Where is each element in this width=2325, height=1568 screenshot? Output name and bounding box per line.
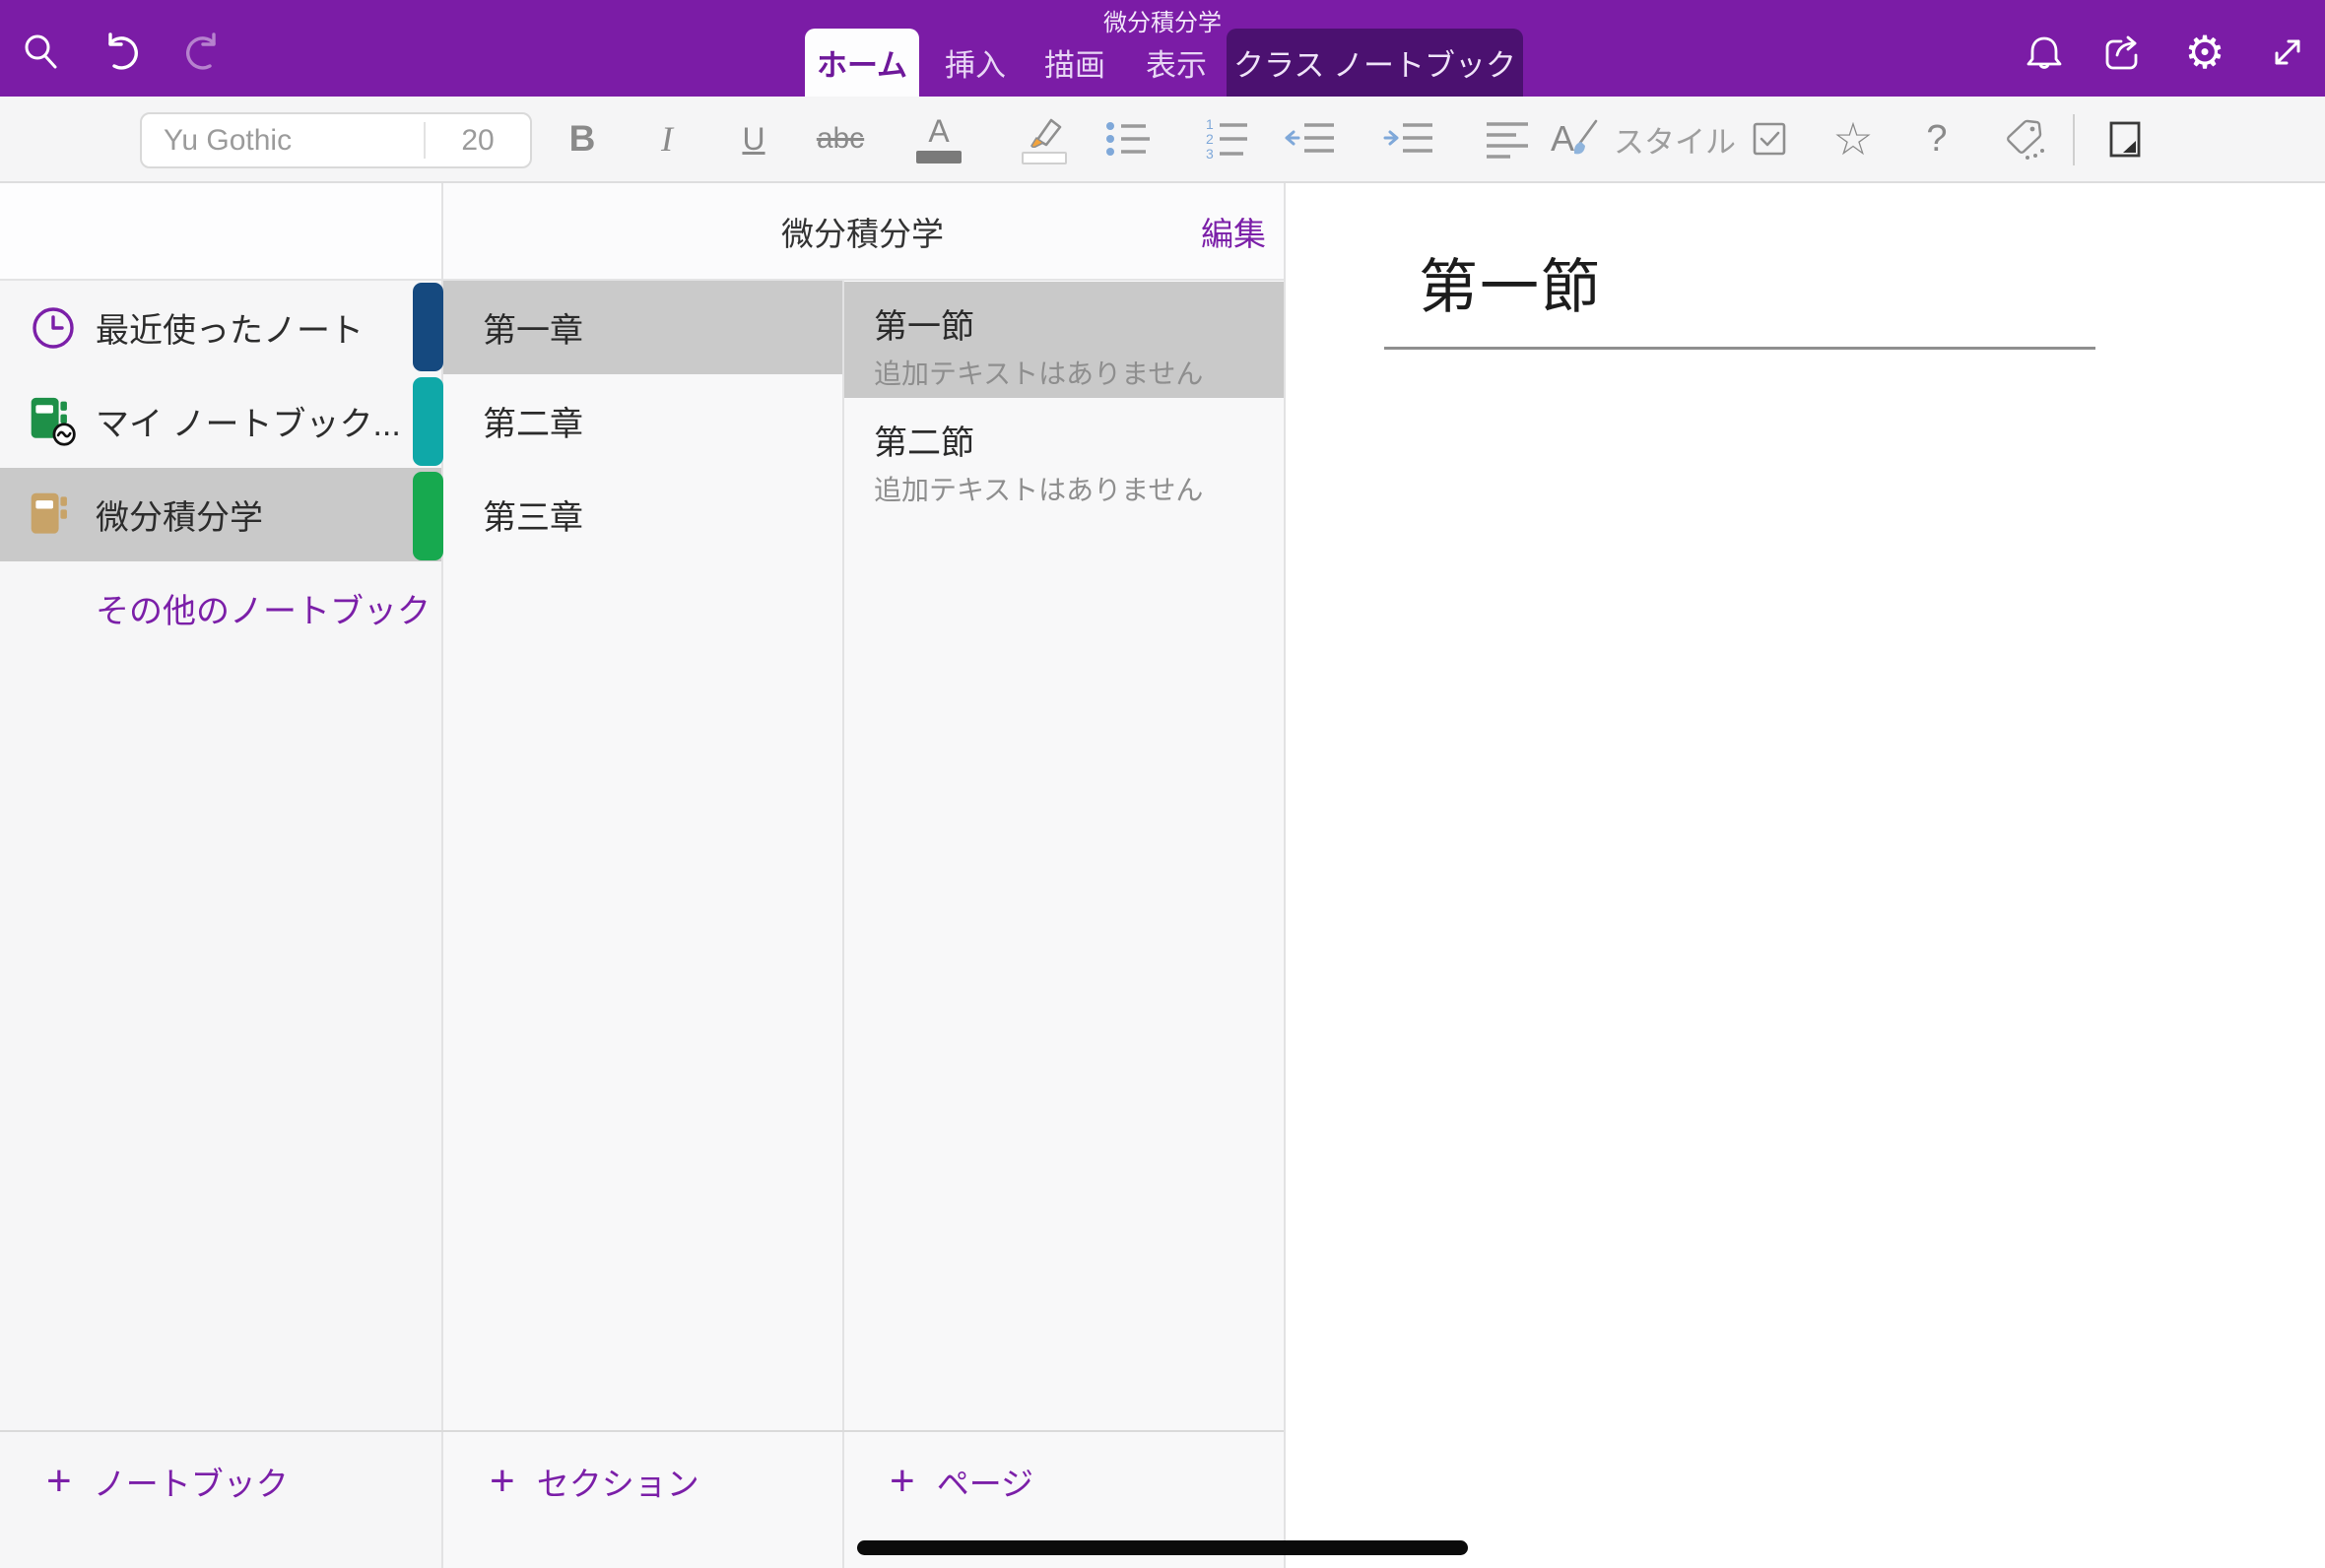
page-row-subtitle: 追加テキストはありません: [874, 469, 1203, 508]
bullet-list-button[interactable]: [1104, 97, 1152, 181]
bold-button[interactable]: B: [569, 97, 596, 181]
section-row-chapter3[interactable]: 第三章: [441, 468, 842, 561]
notebook-color-tab-teal: [413, 377, 443, 466]
sidebar-more-notebooks[interactable]: その他のノートブック: [0, 561, 441, 655]
toolbar-divider: [2073, 114, 2075, 165]
font-name-value[interactable]: Yu Gothic: [142, 124, 424, 158]
share-icon[interactable]: [2100, 30, 2146, 75]
sidebar-item-calculus[interactable]: 微分積分学: [0, 468, 441, 561]
page-title-rule: [1384, 347, 2095, 350]
highlighter-button[interactable]: [1022, 97, 1067, 181]
svg-text:2: 2: [1206, 131, 1214, 147]
font-color-button[interactable]: A: [916, 97, 962, 181]
strikethrough-button[interactable]: abc: [817, 97, 864, 181]
underline-button[interactable]: U: [742, 97, 764, 181]
pages-content-divider: [1284, 183, 1286, 1568]
home-indicator[interactable]: [857, 1540, 1468, 1555]
expand-fullscreen-icon[interactable]: [2265, 30, 2310, 75]
page-row-title: 第一節: [874, 299, 974, 348]
tab-draw[interactable]: 描画: [1026, 29, 1124, 97]
section-row-chapter1[interactable]: 第一章: [441, 281, 842, 374]
sidebar-item-my-notebook[interactable]: マイ ノートブック...: [0, 374, 441, 468]
styles-label: スタイル: [1614, 117, 1736, 162]
add-page-button[interactable]: + ページ: [890, 1432, 1033, 1531]
indent-icon: [1383, 118, 1436, 160]
italic-button[interactable]: I: [661, 97, 673, 181]
notebook-sidebar: 最近使ったノート マイ ノートブック... 微分積分学 そ: [0, 183, 441, 1568]
todo-checkbox-button[interactable]: [1747, 97, 1792, 181]
styles-button[interactable]: A スタイル: [1551, 97, 1736, 181]
font-picker[interactable]: Yu Gothic 20: [140, 112, 532, 168]
tab-home[interactable]: ホーム: [805, 29, 919, 97]
tag-icon: [2001, 115, 2048, 163]
notebook-icon: [28, 490, 79, 541]
numbered-list-icon: 123: [1204, 117, 1253, 161]
sections-pages-divider: [842, 281, 844, 1568]
font-color-icon: A: [928, 115, 949, 147]
page-title[interactable]: 第一節: [1419, 239, 1602, 325]
plus-icon: +: [890, 1460, 915, 1503]
section-label: 第二章: [441, 397, 583, 445]
outdent-button[interactable]: [1285, 97, 1338, 181]
plus-icon: +: [46, 1460, 72, 1503]
plus-icon: +: [490, 1460, 515, 1503]
sidebar-header: [0, 183, 441, 281]
page-row-section2[interactable]: 第二節 追加テキストはありません: [842, 398, 1284, 514]
notebook-color-tab-blue: [413, 283, 443, 371]
side-note-button[interactable]: [2102, 97, 2148, 181]
page-canvas[interactable]: [1284, 183, 2325, 1568]
align-button[interactable]: [1485, 97, 1530, 181]
sidebar-item-label: 最近使ったノート: [96, 303, 364, 352]
clock-icon: [28, 302, 79, 354]
add-notebook-label: ノートブック: [94, 1458, 289, 1505]
tab-insert[interactable]: 挿入: [926, 29, 1025, 97]
pages-column: 第一節 追加テキストはありません 第二節 追加テキストはありません: [842, 183, 1284, 1568]
notebook-header-title: 微分積分学: [441, 208, 1284, 255]
bullet-list-icon: [1104, 118, 1152, 160]
add-section-label: セクション: [537, 1458, 699, 1505]
sidebar-item-label: マイ ノートブック...: [96, 397, 401, 445]
tag-button[interactable]: [2001, 97, 2048, 181]
svg-text:1: 1: [1206, 117, 1214, 132]
format-toolbar: Yu Gothic 20 B I U abc A 123: [0, 97, 2325, 183]
outdent-icon: [1285, 118, 1338, 160]
section-row-chapter2[interactable]: 第二章: [441, 374, 842, 468]
sidebar-item-recent-notes[interactable]: 最近使ったノート: [0, 281, 441, 374]
add-notebook-button[interactable]: + ノートブック: [46, 1432, 289, 1531]
svg-text:3: 3: [1206, 146, 1214, 161]
tab-view[interactable]: 表示: [1127, 29, 1226, 97]
section-label: 第三章: [441, 490, 583, 539]
add-section-button[interactable]: + セクション: [490, 1432, 699, 1531]
tab-class-notebook[interactable]: クラス ノートブック: [1227, 29, 1523, 97]
help-button[interactable]: ?: [1926, 97, 1947, 181]
app-top-bar: 微分積分学 ホーム 挿入 描画 表示 クラス ノートブック ⚙: [0, 0, 2325, 97]
add-page-label: ページ: [937, 1458, 1033, 1505]
ribbon-tabs: ホーム 挿入 描画 表示 クラス ノートブック: [0, 29, 2325, 97]
sections-column: 第一章 第二章 第三章: [441, 183, 842, 1568]
page-row-section1[interactable]: 第一節 追加テキストはありません: [842, 282, 1284, 398]
notebook-sync-icon: [28, 396, 79, 447]
styles-brush-icon: A: [1551, 117, 1602, 161]
svg-text:A: A: [1551, 118, 1574, 159]
font-size-value[interactable]: 20: [426, 124, 530, 158]
side-note-icon: [2102, 116, 2148, 162]
notebook-header: 微分積分学 編集: [441, 183, 1284, 281]
highlighter-swatch: [1022, 152, 1067, 164]
edit-button[interactable]: 編集: [1201, 208, 1266, 255]
numbered-list-button[interactable]: 123: [1204, 97, 1253, 181]
notebook-color-tab-green: [413, 472, 443, 560]
star-button[interactable]: ☆: [1832, 97, 1873, 181]
font-color-swatch: [916, 151, 962, 163]
align-icon: [1485, 118, 1530, 160]
indent-button[interactable]: [1383, 97, 1436, 181]
highlighter-icon: [1022, 114, 1067, 148]
notifications-bell-icon[interactable]: [2022, 30, 2067, 75]
sidebar-item-label: 微分積分学: [96, 490, 263, 539]
more-notebooks-label: その他のノートブック: [96, 584, 431, 632]
section-label: 第一章: [441, 303, 583, 352]
page-row-subtitle: 追加テキストはありません: [874, 353, 1203, 392]
settings-gear-icon[interactable]: ⚙: [2182, 30, 2227, 75]
page-row-title: 第二節: [874, 416, 974, 464]
todo-checkbox-icon: [1747, 116, 1792, 162]
